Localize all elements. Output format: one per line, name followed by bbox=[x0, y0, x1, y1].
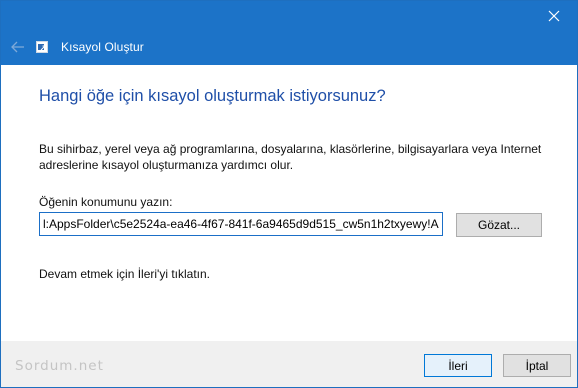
location-label: Öğenin konumunu yazın: bbox=[39, 195, 173, 209]
shortcut-wizard-window: Kısayol Oluştur Hangi öğe için kısayol o… bbox=[0, 0, 578, 388]
wizard-footer: Sordum.net İleri İptal bbox=[1, 341, 577, 387]
next-button[interactable]: İleri bbox=[424, 354, 492, 377]
watermark-text: Sordum.net bbox=[15, 358, 104, 374]
wizard-description: Bu sihirbaz, yerel veya ağ programlarına… bbox=[39, 142, 542, 172]
location-input[interactable] bbox=[39, 212, 443, 236]
close-button[interactable] bbox=[531, 1, 577, 31]
browse-button[interactable]: Gözat... bbox=[456, 213, 542, 237]
wizard-header: Kısayol Oluştur bbox=[1, 31, 577, 65]
page-heading: Hangi öğe için kısayol oluşturmak istiyo… bbox=[39, 87, 386, 105]
shortcut-app-icon bbox=[36, 41, 48, 53]
cancel-button[interactable]: İptal bbox=[503, 354, 571, 377]
title-bar bbox=[1, 1, 577, 31]
back-button[interactable] bbox=[7, 36, 29, 58]
back-arrow-icon bbox=[11, 41, 24, 53]
close-icon bbox=[548, 10, 560, 22]
wizard-title: Kısayol Oluştur bbox=[61, 40, 144, 54]
continue-hint: Devam etmek için İleri'yi tıklatın. bbox=[39, 267, 211, 281]
